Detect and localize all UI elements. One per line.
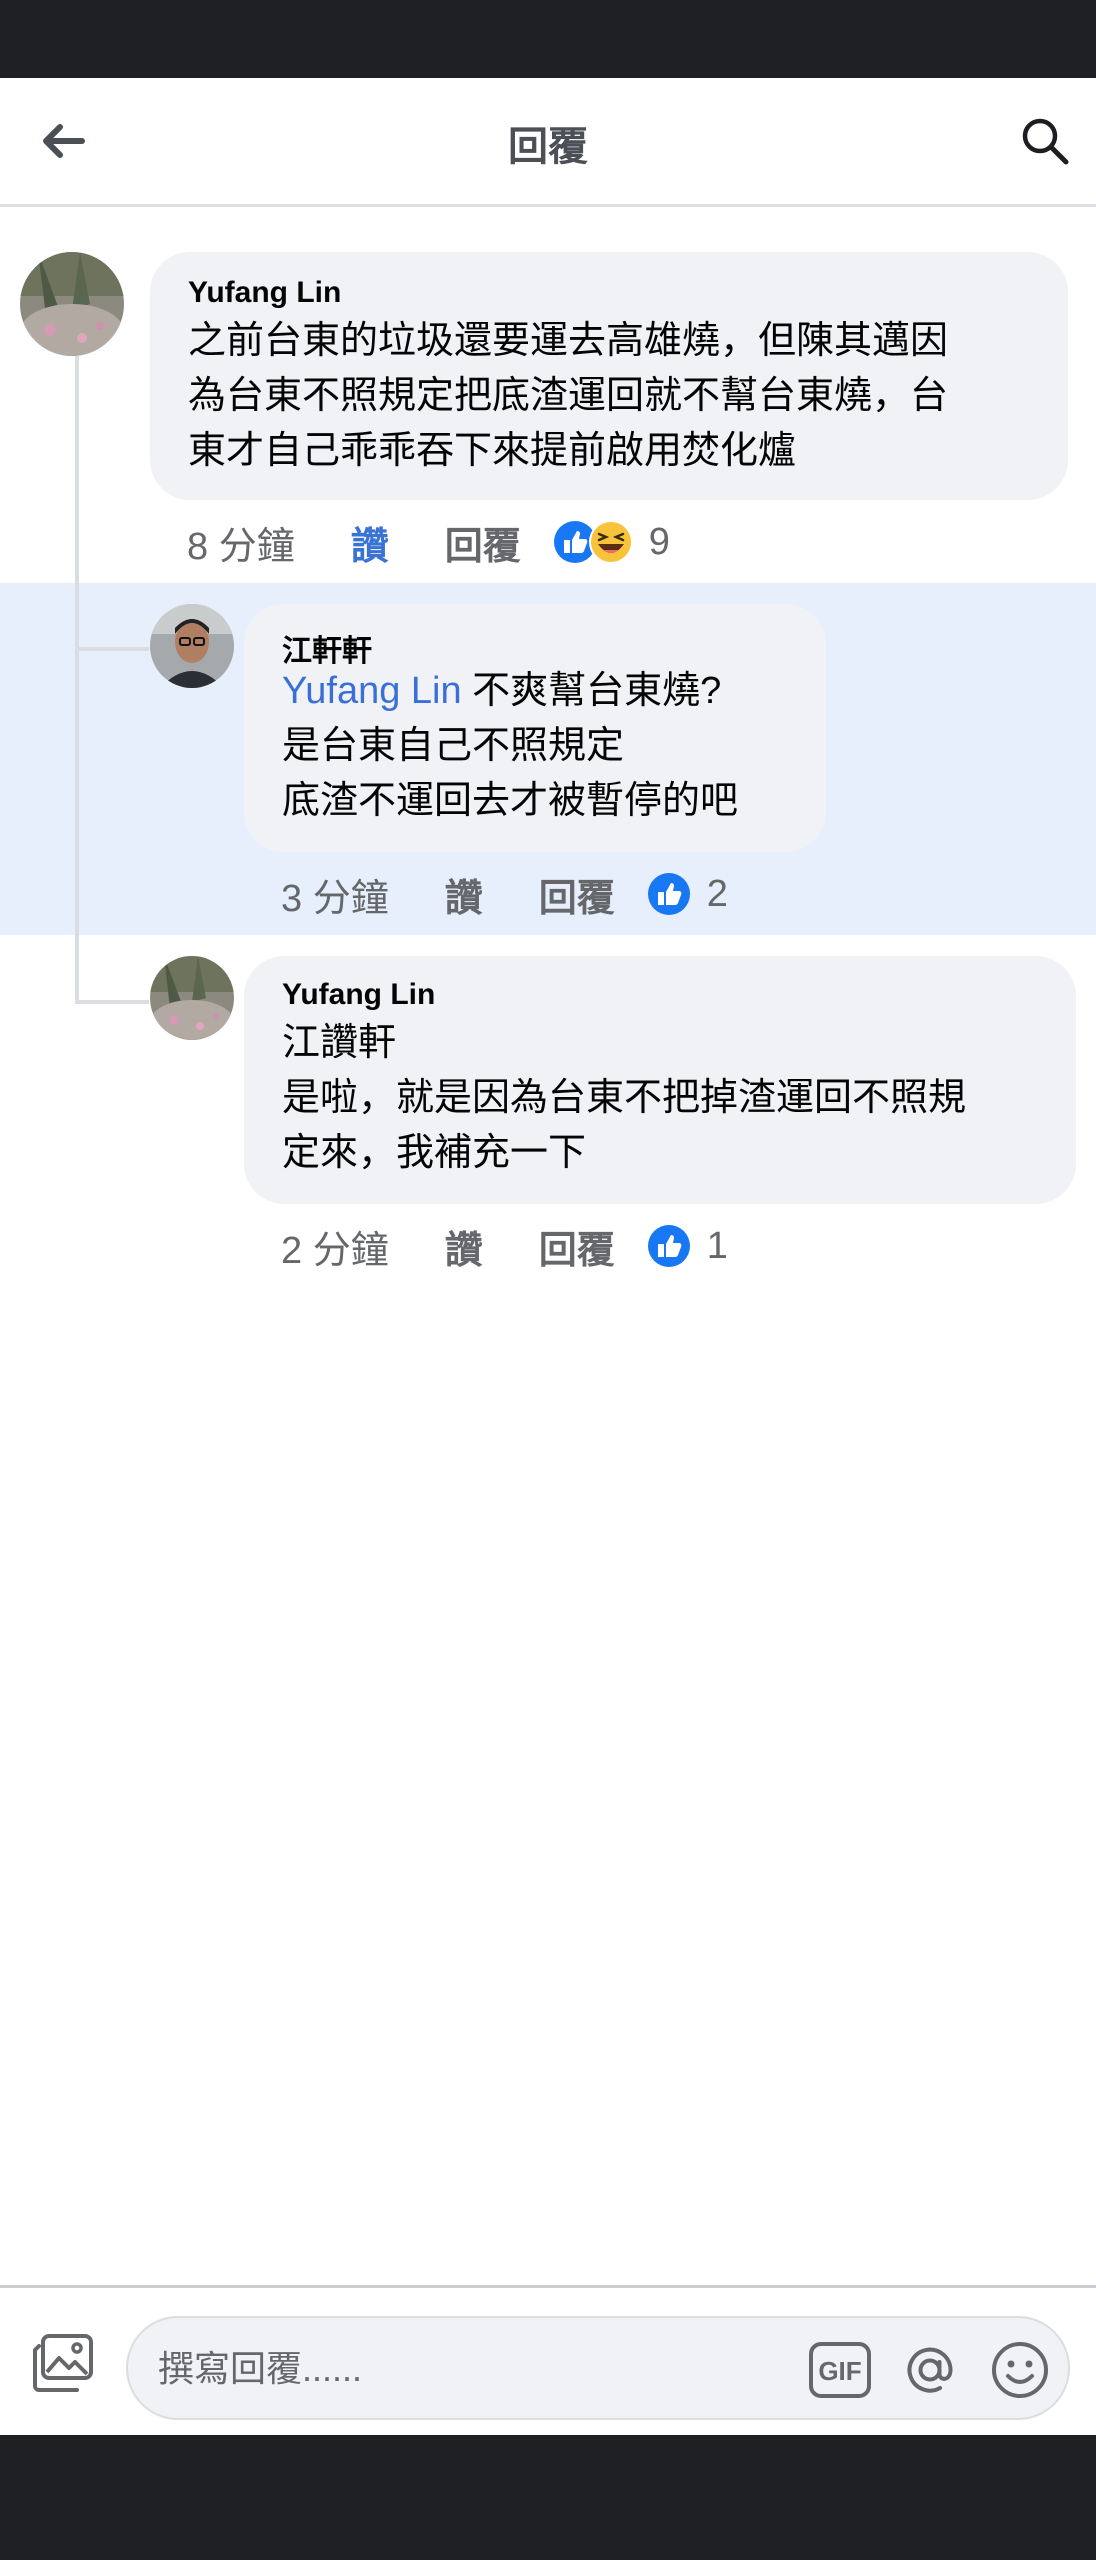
avatar[interactable] (20, 252, 124, 356)
thread-line (75, 356, 79, 1004)
mention-button[interactable] (898, 2338, 962, 2402)
search-icon (1022, 118, 1069, 165)
comment-text-line: 之前台東的垃圾還要運去高雄燒，但陳其邁因 (188, 320, 949, 362)
comment-text: 江讚軒 是啦，就是因為台東不把掉渣運回不照規 定來，我補充一下 (282, 1016, 966, 1181)
comment-text-line: 江讚軒 (282, 1022, 397, 1064)
photo-button[interactable] (28, 2328, 98, 2398)
comment-text-line: 是台東自己不照規定 (282, 725, 625, 767)
comment-text-line: 為台東不照規定把底渣運回就不幫台東燒，台 (188, 375, 949, 417)
top-bar: 回覆 (0, 78, 1096, 207)
reply-input[interactable] (156, 2318, 800, 2420)
comment-actions: 3 分鐘 讚 回覆 2 (281, 864, 728, 924)
thread-connector (75, 1000, 149, 1004)
page-title: 回覆 (508, 125, 588, 169)
reaction-count: 2 (706, 872, 728, 915)
reply-input-box: GIF (126, 2316, 1070, 2420)
comment-author[interactable]: Yufang Lin (282, 978, 435, 1012)
photo-icon (33, 2334, 93, 2392)
status-bar (0, 0, 1096, 78)
reaction-count: 9 (648, 520, 670, 563)
emoji-icon (992, 2342, 1048, 2398)
comment-text-line: 是啦，就是因為台東不把掉渣運回不照規 (282, 1077, 967, 1119)
like-button[interactable]: 讚 (445, 867, 483, 922)
like-button[interactable]: 讚 (445, 1219, 483, 1274)
haha-reaction-icon (588, 520, 633, 564)
gif-button[interactable]: GIF (808, 2338, 872, 2402)
navigation-bar (0, 2435, 1096, 2560)
avatar[interactable] (150, 604, 234, 688)
gif-icon: GIF (809, 2342, 871, 2398)
comment-author[interactable]: Yufang Lin (188, 276, 341, 310)
gif-label: GIF (818, 2356, 861, 2386)
comment-text-line: 定來，我補充一下 (282, 1132, 587, 1174)
comment-text-fragment: 不爽幫台東燒? (461, 670, 722, 712)
reply-button[interactable]: 回覆 (539, 1219, 615, 1274)
reply-composer: GIF (0, 2285, 1096, 2438)
reaction-summary[interactable]: 9 (553, 520, 670, 564)
comment-text: Yufang Lin 不爽幫台東燒? 是台東自己不照規定 底渣不運回去才被暫停的… (282, 664, 738, 829)
comment-text-line: 底渣不運回去才被暫停的吧 (282, 780, 739, 822)
like-button[interactable]: 讚 (351, 515, 389, 570)
comment-text-line: 東才自己乖乖吞下來提前啟用焚化爐 (188, 430, 797, 472)
avatar[interactable] (150, 956, 234, 1040)
comment-actions: 2 分鐘 讚 回覆 1 (281, 1216, 728, 1276)
comment-timestamp: 8 分鐘 (187, 525, 295, 568)
emoji-button[interactable] (988, 2338, 1052, 2402)
reaction-summary[interactable]: 1 (647, 1224, 728, 1268)
comment-timestamp: 3 分鐘 (281, 877, 389, 920)
comment-bubble[interactable]: Yufang Lin 之前台東的垃圾還要運去高雄燒，但陳其邁因 為台東不照規定把… (150, 252, 1068, 500)
comment-bubble[interactable]: Yufang Lin 江讚軒 是啦，就是因為台東不把掉渣運回不照規 定來，我補充… (244, 956, 1076, 1204)
like-reaction-icon (647, 873, 690, 915)
reply-button[interactable]: 回覆 (445, 515, 521, 570)
reaction-count: 1 (706, 1224, 728, 1267)
thread-connector (75, 647, 149, 651)
at-sign-icon (907, 2347, 953, 2393)
comment-bubble[interactable]: 江軒軒 Yufang Lin 不爽幫台東燒? 是台東自己不照規定 底渣不運回去才… (244, 604, 826, 852)
comment-actions: 8 分鐘 讚 回覆 9 (187, 512, 670, 572)
comment-timestamp: 2 分鐘 (281, 1229, 389, 1272)
comment-text-line: Yufang Lin 不爽幫台東燒? (282, 664, 738, 719)
mention-link[interactable]: Yufang Lin (282, 670, 462, 712)
comment-text: 之前台東的垃圾還要運去高雄燒，但陳其邁因 為台東不照規定把底渣運回就不幫台東燒，… (188, 314, 948, 479)
reply-button[interactable]: 回覆 (539, 867, 615, 922)
reaction-summary[interactable]: 2 (647, 872, 728, 916)
search-button[interactable] (1010, 108, 1080, 174)
like-reaction-icon (647, 1225, 690, 1267)
